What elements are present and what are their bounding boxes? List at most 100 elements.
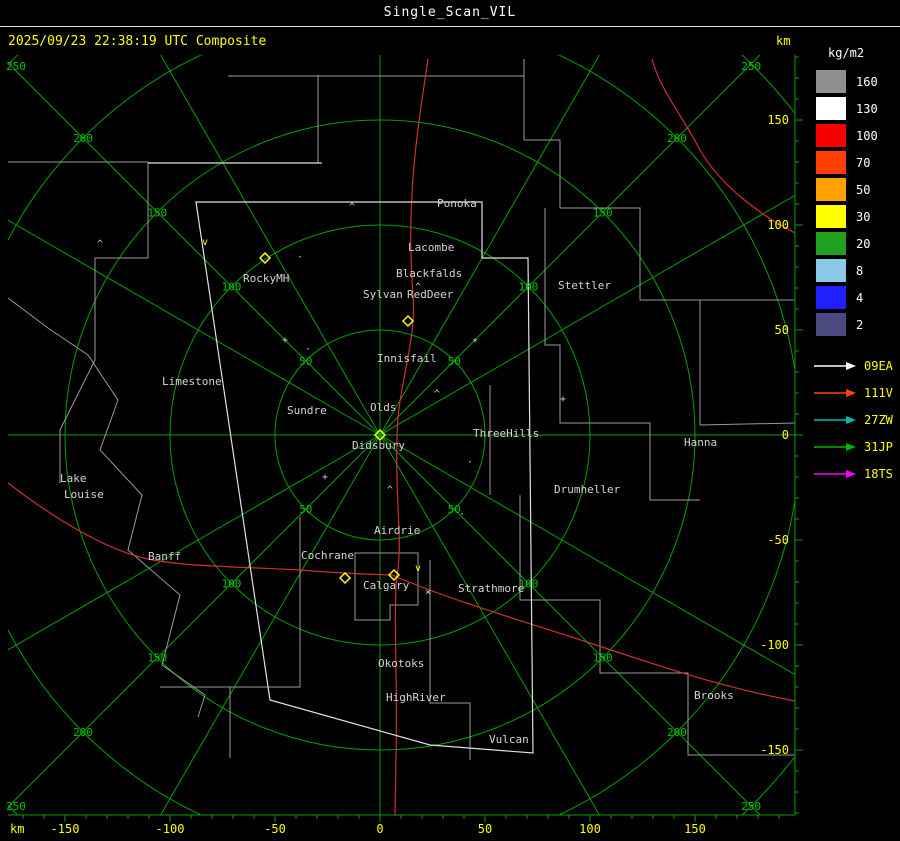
right-axis-unit: km [776,34,791,48]
svg-text:·: · [305,344,311,355]
svg-text:km: km [10,822,24,836]
svg-text:100: 100 [767,218,789,232]
legend-entry: 50 [812,176,900,203]
legend-entry: 160 [812,68,900,95]
svg-text:+: + [560,394,566,405]
radar-id-entry: 111V [812,379,900,406]
legend-value: 100 [856,128,878,143]
svg-text:-100: -100 [156,822,185,836]
svg-text:+: + [322,472,328,483]
legend-entry: 70 [812,149,900,176]
radar-arrow-icon [814,388,856,397]
svg-text:Vulcan: Vulcan [489,733,529,746]
svg-text:+: + [282,335,288,346]
svg-text:Lacombe: Lacombe [408,241,454,254]
svg-text:150: 150 [767,113,789,127]
legend-value: 8 [856,263,864,278]
radar-id-label: 31JP [864,439,893,454]
svg-text:^: ^ [434,389,440,400]
svg-text:Limestone: Limestone [162,375,222,388]
legend-swatch [816,205,846,228]
svg-text:v: v [202,237,208,248]
svg-text:RockyMH: RockyMH [243,272,289,285]
svg-text:×: × [425,587,431,598]
svg-text:100: 100 [222,281,242,294]
svg-text:150: 150 [593,206,613,219]
legend-entry: 130 [812,95,900,122]
radar-site-diamond-icon [338,571,352,585]
radar-id-label: 27ZW [864,412,893,427]
svg-text:50: 50 [299,355,312,368]
legend-value: 70 [856,155,871,170]
svg-text:-50: -50 [264,822,286,836]
legend-swatch [816,232,846,255]
svg-text:Calgary: Calgary [363,579,410,592]
color-scale-legend: kg/m2 160 130 100 70 50 30 20 8 4 2 09EA 111V 27ZW 3… [812,40,900,487]
legend-value: 160 [856,74,878,89]
svg-text:150: 150 [147,652,167,665]
svg-text:Didsbury: Didsbury [352,439,405,452]
svg-text:-50: -50 [767,533,789,547]
svg-text:50: 50 [448,355,461,368]
legend-entry: 8 [812,257,900,284]
legend-value: 30 [856,209,871,224]
radar-arrow-icon [814,442,856,451]
svg-text:Sylvan: Sylvan [363,288,403,301]
svg-text:200: 200 [73,726,93,739]
map-marks: ^ · ^ + · * ^ + ^ + ^ · · v v × [97,202,566,598]
legend-unit: kg/m2 [828,46,865,60]
bottom-axis: -150 -100 -50 0 50 100 150 km [8,814,795,836]
svg-text:HighRiver: HighRiver [386,691,446,704]
radar-id-legend: 09EA 111V 27ZW 31JP 18TS [812,352,900,487]
legend-value: 50 [856,182,871,197]
svg-text:200: 200 [667,132,687,145]
svg-text:50: 50 [775,323,789,337]
window-title: Single_Scan_VIL [0,0,900,27]
svg-text:Cochrane: Cochrane [301,549,354,562]
legend-value: 4 [856,290,864,305]
legend-swatch [816,178,846,201]
legend-swatch [816,259,846,282]
radar-id-entry: 27ZW [812,406,900,433]
radar-id-entry: 31JP [812,433,900,460]
svg-text:250: 250 [741,800,761,813]
svg-text:200: 200 [73,132,93,145]
svg-text:Hanna: Hanna [684,436,717,449]
svg-text:*: * [472,337,478,348]
svg-text:Sundre: Sundre [287,404,327,417]
svg-text:^: ^ [415,282,421,293]
legend-swatches: 160 130 100 70 50 30 20 8 4 2 [812,68,900,338]
legend-value: 130 [856,101,878,116]
svg-text:Louise: Louise [64,488,104,501]
svg-text:100: 100 [579,822,601,836]
svg-text:Lake: Lake [60,472,87,485]
svg-text:250: 250 [6,60,26,73]
svg-text:^: ^ [349,202,355,213]
radar-map[interactable]: 50 50 50 50 100 100 100 100 150 150 150 150 200 200 20… [0,55,810,841]
svg-text:0: 0 [376,822,383,836]
svg-text:Ponoka: Ponoka [437,197,477,210]
svg-text:0: 0 [782,428,789,442]
legend-swatch [816,151,846,174]
legend-swatch [816,286,846,309]
legend-entry: 20 [812,230,900,257]
legend-entry: 100 [812,122,900,149]
svg-text:200: 200 [667,726,687,739]
svg-text:Brooks: Brooks [694,689,734,702]
svg-text:150: 150 [593,652,613,665]
radar-id-label: 18TS [864,466,893,481]
radar-arrow-icon [814,361,856,370]
svg-text:-100: -100 [760,638,789,652]
legend-swatch [816,313,846,336]
svg-text:Blackfalds: Blackfalds [396,267,462,280]
svg-text:Strathmore: Strathmore [458,582,524,595]
svg-text:Innisfail: Innisfail [377,352,437,365]
radar-site-diamond-icon [401,314,415,328]
svg-text:Okotoks: Okotoks [378,657,424,670]
svg-text:-150: -150 [51,822,80,836]
svg-text:100: 100 [519,281,539,294]
svg-text:Stettler: Stettler [558,279,611,292]
svg-text:Banff: Banff [148,550,181,563]
legend-swatch [816,124,846,147]
legend-entry: 30 [812,203,900,230]
